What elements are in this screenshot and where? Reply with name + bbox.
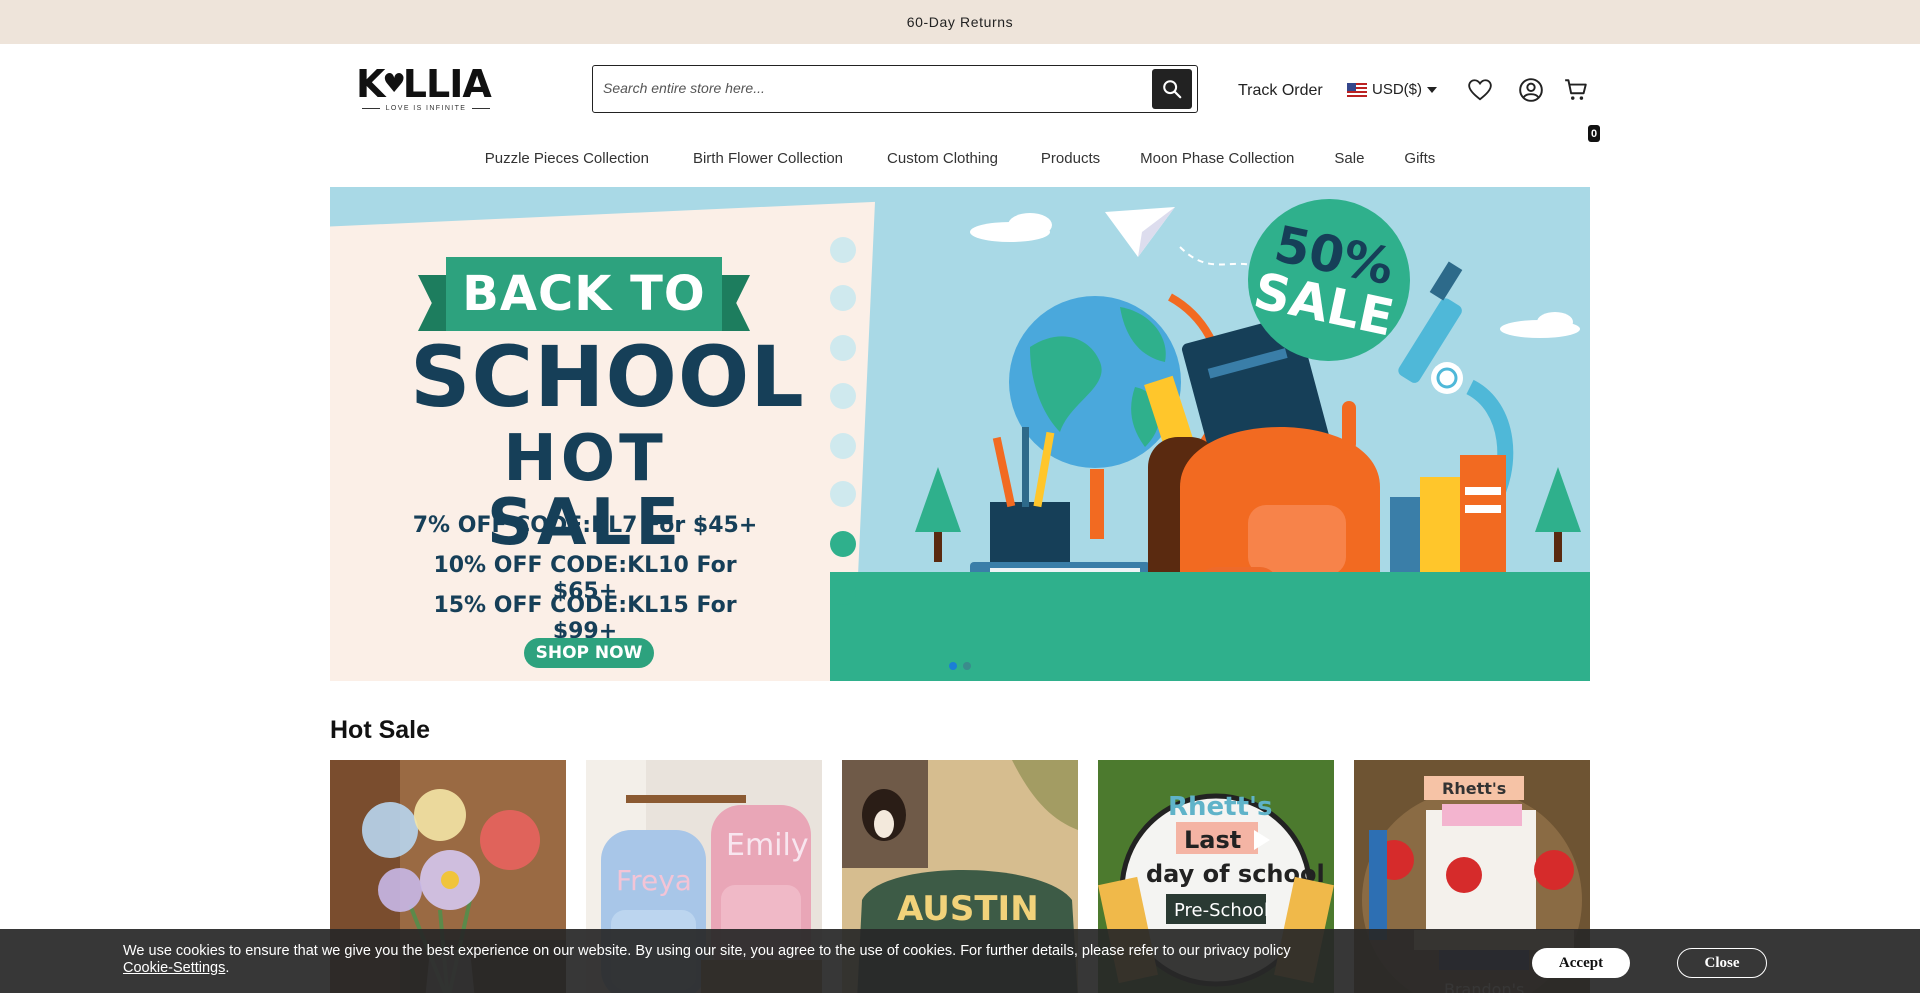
cart-count-badge: 0 bbox=[1588, 125, 1600, 142]
svg-text:Emily: Emily bbox=[726, 828, 809, 863]
us-flag-icon bbox=[1347, 82, 1367, 97]
currency-selector[interactable]: USD($) bbox=[1347, 81, 1438, 98]
svg-text:Rhett's: Rhett's bbox=[1442, 779, 1506, 798]
svg-text:Freya: Freya bbox=[616, 864, 692, 897]
carousel-dot-1[interactable] bbox=[949, 662, 957, 670]
search-icon bbox=[1163, 80, 1182, 99]
hero-headline: SCHOOL bbox=[410, 328, 805, 426]
search-input[interactable] bbox=[593, 66, 1133, 110]
currency-label: USD($) bbox=[1372, 81, 1423, 98]
heart-icon bbox=[1468, 79, 1492, 101]
logo-letters: LLIA bbox=[402, 62, 492, 106]
logo-tagline: LOVE IS INFINITE bbox=[356, 105, 496, 112]
cart-icon bbox=[1565, 79, 1587, 100]
cookie-message: We use cookies to ensure that we give yo… bbox=[123, 943, 1323, 977]
account-button[interactable] bbox=[1517, 76, 1545, 104]
track-order-link[interactable]: Track Order bbox=[1238, 82, 1323, 100]
hero-ribbon-text: BACK TO bbox=[462, 266, 706, 322]
announcement-text: 60-Day Returns bbox=[906, 14, 1014, 30]
cookie-close-button[interactable]: Close bbox=[1677, 948, 1767, 978]
wishlist-button[interactable] bbox=[1466, 76, 1494, 104]
nav-birth-flower-collection[interactable]: Birth Flower Collection bbox=[693, 150, 843, 167]
carousel-dots bbox=[949, 662, 971, 670]
cookie-banner: We use cookies to ensure that we give yo… bbox=[0, 929, 1920, 993]
svg-text:Pre-School: Pre-School bbox=[1174, 900, 1269, 921]
cookie-settings-link[interactable]: Cookie-Settings bbox=[123, 960, 225, 976]
nav-products[interactable]: Products bbox=[1041, 150, 1100, 167]
logo-letter-k: K bbox=[356, 62, 385, 106]
cookie-accept-button[interactable]: Accept bbox=[1532, 948, 1630, 978]
svg-text:AUSTIN: AUSTIN bbox=[897, 889, 1039, 929]
site-header: K ♥ LLIA LOVE IS INFINITE Track Order US… bbox=[0, 44, 1920, 142]
hero-code-1: 7% OFF CODE:KL7 For $45+ bbox=[412, 513, 758, 538]
hero-banner[interactable]: BACK TO SCHOOL HOT SALE 7% OFF CODE:KL7 … bbox=[330, 187, 1590, 681]
hot-sale-title: Hot Sale bbox=[330, 716, 431, 744]
announcement-bar: 60-Day Returns bbox=[0, 0, 1920, 44]
carousel-dot-2[interactable] bbox=[963, 662, 971, 670]
hero-ground bbox=[830, 572, 1590, 681]
cart-button[interactable] bbox=[1562, 76, 1590, 104]
logo-wordmark: K ♥ LLIA bbox=[356, 64, 496, 104]
nav-sale[interactable]: Sale bbox=[1334, 150, 1364, 167]
cookie-message-period: . bbox=[225, 960, 230, 976]
svg-text:Rhett's: Rhett's bbox=[1168, 792, 1272, 822]
cookie-message-text: We use cookies to ensure that we give yo… bbox=[123, 943, 1291, 959]
main-nav: Puzzle Pieces Collection Birth Flower Co… bbox=[0, 150, 1920, 167]
nav-gifts[interactable]: Gifts bbox=[1404, 150, 1435, 167]
svg-text:Last: Last bbox=[1184, 826, 1241, 854]
user-icon bbox=[1519, 78, 1543, 102]
chevron-down-icon bbox=[1427, 86, 1438, 93]
logo-heart-icon: ♥ bbox=[382, 69, 405, 99]
nav-moon-phase-collection[interactable]: Moon Phase Collection bbox=[1140, 150, 1294, 167]
search-bar bbox=[592, 65, 1198, 113]
nav-custom-clothing[interactable]: Custom Clothing bbox=[887, 150, 998, 167]
shop-now-button[interactable]: SHOP NOW bbox=[524, 638, 654, 668]
search-button[interactable] bbox=[1152, 69, 1192, 109]
nav-puzzle-pieces-collection[interactable]: Puzzle Pieces Collection bbox=[485, 150, 649, 167]
store-logo[interactable]: K ♥ LLIA LOVE IS INFINITE bbox=[356, 64, 496, 112]
hero-ribbon: BACK TO bbox=[418, 257, 750, 331]
